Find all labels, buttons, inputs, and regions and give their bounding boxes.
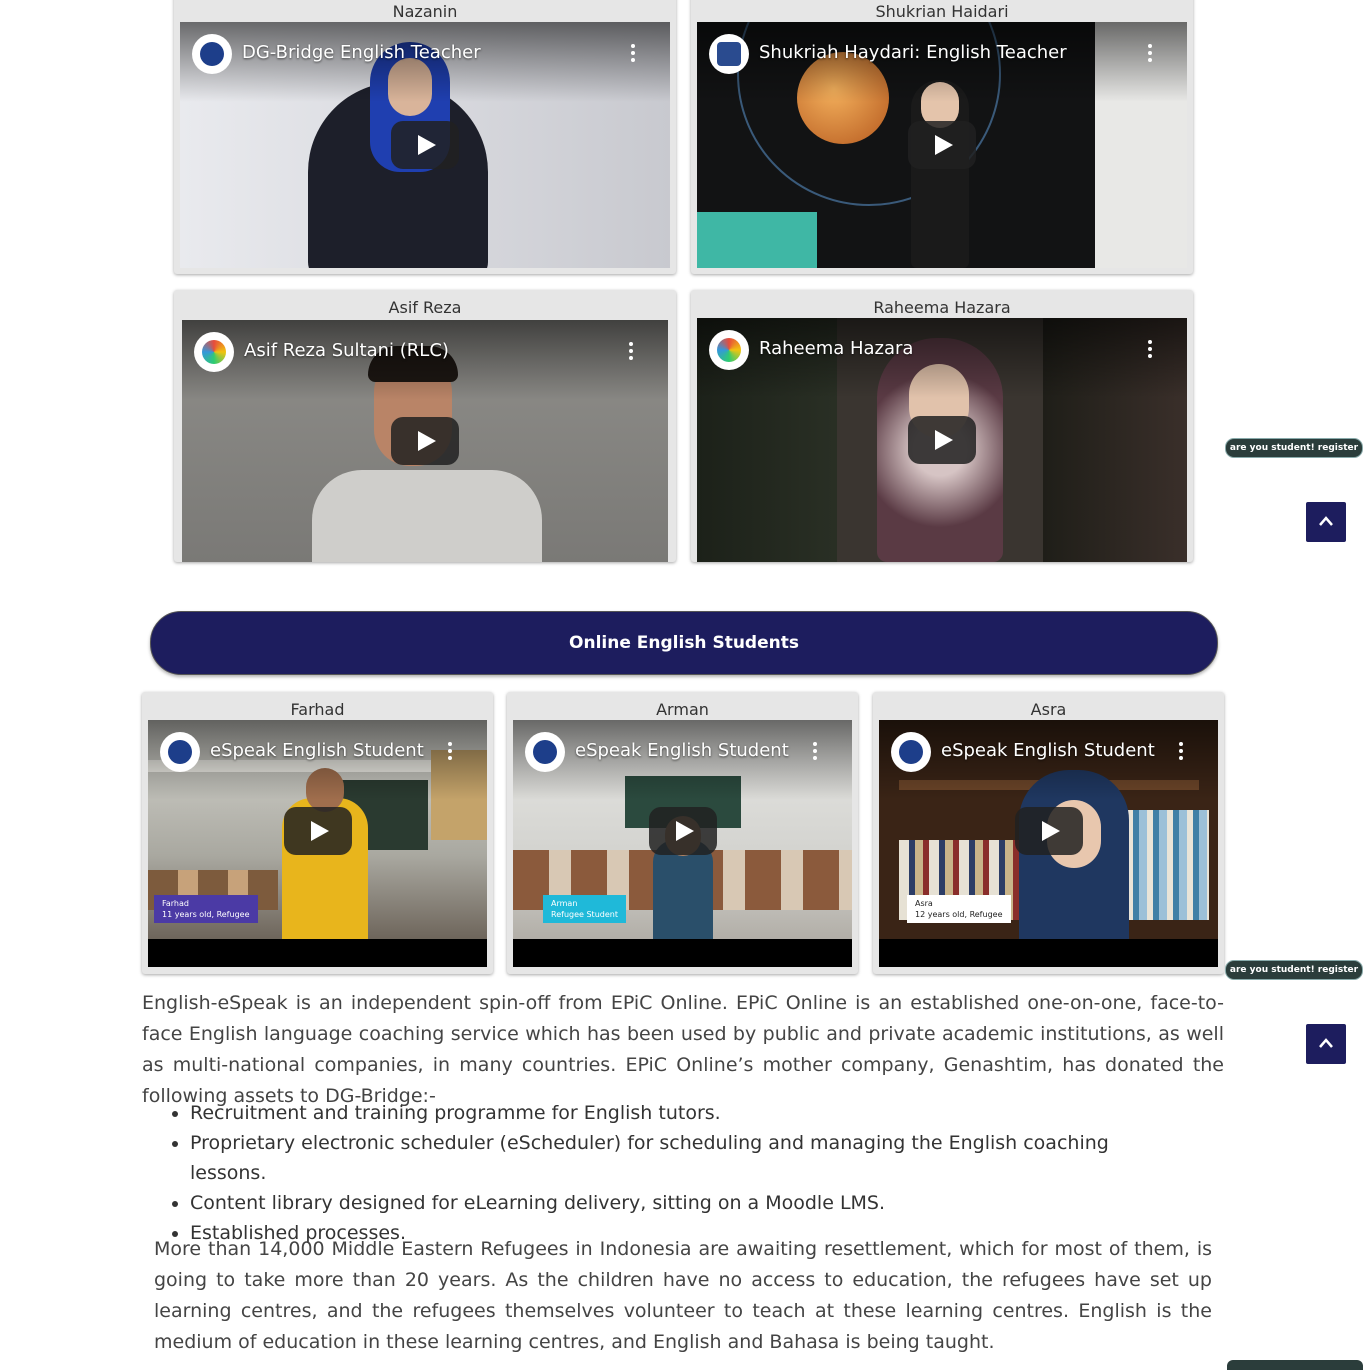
intro-paragraph: English-eSpeak is an independent spin-of… <box>142 992 1224 1107</box>
video-player[interactable]: Asra 12 years old, Refugee eSpeak Englis… <box>879 720 1218 967</box>
back-to-top-button[interactable] <box>1306 1024 1346 1064</box>
list-item: Recruitment and training programme for E… <box>190 1098 1190 1128</box>
more-options-icon[interactable] <box>1147 340 1153 362</box>
channel-avatar[interactable] <box>709 330 749 370</box>
register-button[interactable]: are you student! register here <box>1225 438 1363 471</box>
chevron-up-icon <box>1319 516 1333 526</box>
teacher-card: Shukrian Haidari Shukriah Haydari: Engli… <box>691 0 1193 274</box>
play-button[interactable] <box>908 121 976 169</box>
teacher-name: Shukrian Haidari <box>875 2 1009 21</box>
video-title[interactable]: Asif Reza Sultani (RLC) <box>244 340 449 361</box>
teacher-name: Raheema Hazara <box>873 298 1011 317</box>
teacher-card: Raheema Hazara Raheema Hazara <box>691 290 1193 562</box>
chevron-up-icon <box>1319 1038 1333 1048</box>
video-player[interactable]: Asif Reza Sultani (RLC) <box>182 320 668 562</box>
refugee-paragraph: More than 14,000 Middle Eastern Refugees… <box>154 1238 1212 1353</box>
caption-strip: Arman Refugee Student <box>543 895 626 923</box>
video-player[interactable]: Arman Refugee Student eSpeak English Stu… <box>513 720 852 967</box>
play-button[interactable] <box>391 417 459 465</box>
students-heading: Online English Students <box>150 611 1218 675</box>
teacher-card: Nazanin DG-Bridge English Teacher <box>174 0 676 274</box>
play-button[interactable] <box>391 121 459 169</box>
more-options-icon[interactable] <box>1147 44 1153 66</box>
video-title[interactable]: eSpeak English Student <box>575 740 789 761</box>
caption-info: 11 years old, Refugee <box>162 910 250 919</box>
caption-strip: Farhad 11 years old, Refugee <box>154 895 258 923</box>
video-title[interactable]: Raheema Hazara <box>759 338 913 359</box>
caption-name: Asra <box>915 899 933 908</box>
student-card: Farhad Farhad 11 years old, Refugee eSpe… <box>142 692 493 974</box>
caption-name: Arman <box>551 899 578 908</box>
channel-avatar[interactable] <box>192 34 232 74</box>
play-button[interactable] <box>908 416 976 464</box>
caption-strip: Asra 12 years old, Refugee <box>907 895 1011 923</box>
teacher-name: Nazanin <box>392 2 458 21</box>
student-card: Asra Asra 12 years old, Refugee eSpeak E… <box>873 692 1224 974</box>
video-player[interactable]: Farhad 11 years old, Refugee eSpeak Engl… <box>148 720 487 967</box>
caption-info: Refugee Student <box>551 910 618 919</box>
video-title[interactable]: Shukriah Haydari: English Teacher <box>759 42 1067 63</box>
more-options-icon[interactable] <box>447 742 453 764</box>
channel-avatar[interactable] <box>891 732 931 772</box>
play-button[interactable] <box>283 807 352 856</box>
more-options-icon[interactable] <box>1178 742 1184 764</box>
video-player[interactable]: Raheema Hazara <box>697 318 1187 562</box>
assets-list: Recruitment and training programme for E… <box>142 1098 1190 1248</box>
register-button[interactable]: are you student! register here <box>1225 960 1363 993</box>
list-item: Content library designed for eLearning d… <box>190 1188 1190 1218</box>
student-name: Arman <box>656 700 709 719</box>
play-button[interactable] <box>1014 807 1083 856</box>
play-button[interactable] <box>648 807 717 856</box>
video-player[interactable]: Shukriah Haydari: English Teacher <box>697 22 1187 268</box>
more-options-icon[interactable] <box>630 44 636 66</box>
student-name: Farhad <box>290 700 345 719</box>
caption-name: Farhad <box>162 899 189 908</box>
teacher-name: Asif Reza <box>388 298 462 317</box>
back-to-top-button[interactable] <box>1306 502 1346 542</box>
video-title[interactable]: DG-Bridge English Teacher <box>242 42 481 63</box>
student-card: Arman Arman Refugee Student eSpeak Engli… <box>507 692 858 974</box>
teacher-card: Asif Reza Asif Reza Sultani (RLC) <box>174 290 676 562</box>
channel-avatar[interactable] <box>525 732 565 772</box>
video-title[interactable]: eSpeak English Student <box>941 740 1155 761</box>
channel-avatar[interactable] <box>709 34 749 74</box>
channel-avatar[interactable] <box>160 732 200 772</box>
more-options-icon[interactable] <box>812 742 818 764</box>
caption-info: 12 years old, Refugee <box>915 910 1003 919</box>
more-options-icon[interactable] <box>628 342 634 364</box>
list-item: Proprietary electronic scheduler (eSched… <box>190 1128 1190 1188</box>
video-player[interactable]: DG-Bridge English Teacher <box>180 22 670 268</box>
student-name: Asra <box>1030 700 1067 719</box>
channel-avatar[interactable] <box>194 332 234 372</box>
register-button-partial[interactable] <box>1227 1360 1363 1370</box>
video-title[interactable]: eSpeak English Student <box>210 740 424 761</box>
